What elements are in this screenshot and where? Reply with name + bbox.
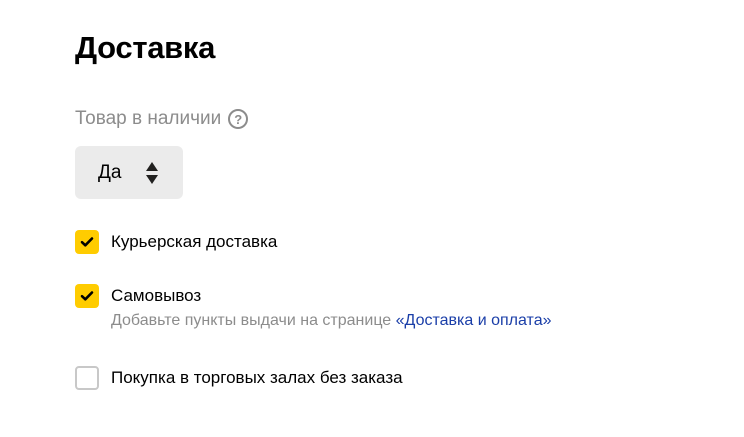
pickup-hint: Добавьте пункты выдачи на странице «Дост…: [111, 311, 551, 331]
availability-label: Товар в наличии: [75, 108, 222, 129]
pickup-option: Самовывоз Добавьте пункты выдачи на стра…: [75, 284, 551, 331]
courier-delivery-checkbox[interactable]: [75, 230, 99, 254]
in-store-option: Покупка в торговых залах без заказа: [75, 366, 403, 390]
pickup-label[interactable]: Самовывоз: [111, 284, 551, 308]
availability-label-row: Товар в наличии ?: [75, 106, 249, 132]
checkmark-icon: [80, 291, 94, 301]
in-store-label[interactable]: Покупка в торговых залах без заказа: [111, 366, 403, 390]
sort-arrows-icon: [146, 162, 158, 184]
page-title: Доставка: [75, 30, 216, 65]
courier-delivery-option: Курьерская доставка: [75, 230, 277, 254]
question-circle-icon[interactable]: ?: [228, 109, 249, 129]
availability-select-value: Да: [98, 161, 122, 183]
courier-delivery-label[interactable]: Курьерская доставка: [111, 230, 277, 254]
delivery-and-payment-link[interactable]: «Доставка и оплата»: [396, 312, 552, 329]
pickup-hint-text: Добавьте пункты выдачи на странице: [111, 312, 396, 329]
availability-select[interactable]: Да: [75, 146, 183, 199]
checkmark-icon: [80, 237, 94, 247]
pickup-checkbox[interactable]: [75, 284, 99, 308]
in-store-checkbox[interactable]: [75, 366, 99, 390]
